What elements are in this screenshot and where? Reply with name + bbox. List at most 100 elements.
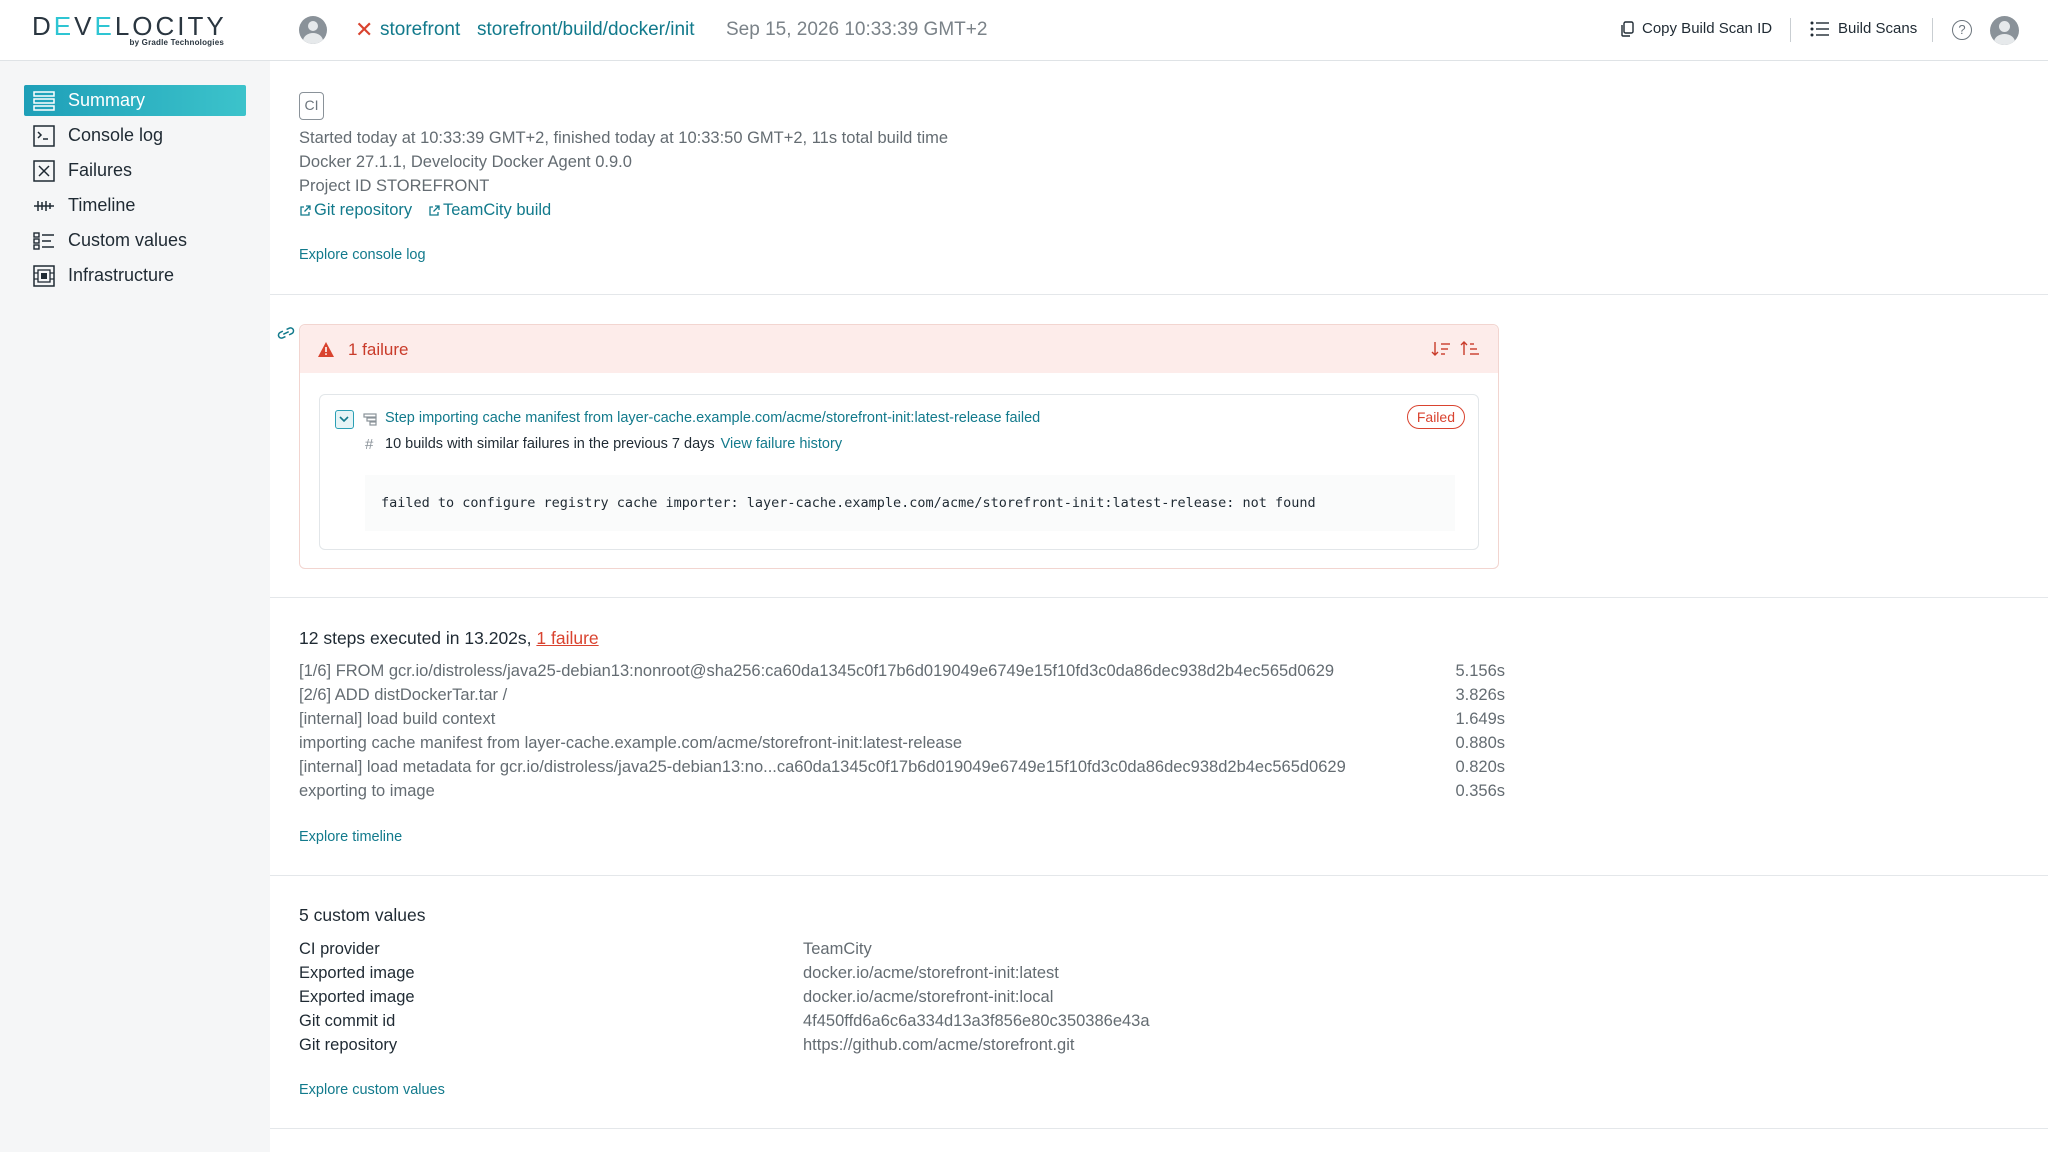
project-id: Project ID STOREFRONT	[299, 177, 490, 195]
step-duration: 0.820s	[1455, 758, 1505, 776]
step-name: [internal] load metadata for gcr.io/dist…	[299, 758, 1346, 776]
custom-value-value: TeamCity	[803, 940, 872, 958]
custom-values-title: 5 custom values	[299, 905, 426, 925]
sort-ascending-icon[interactable]	[1460, 340, 1480, 358]
sidebar-item-timeline[interactable]: Timeline	[24, 190, 246, 221]
step-duration: 3.826s	[1455, 686, 1505, 704]
build-time-info: Started today at 10:33:39 GMT+2, finishe…	[299, 129, 949, 147]
copy-build-scan-id-label: Copy Build Scan ID	[1642, 20, 1773, 37]
build-failed-icon: ✕	[355, 17, 374, 42]
custom-value-key: Exported image	[299, 988, 415, 1006]
steps-summary: 12 steps executed in 13.202s, 1 failure	[299, 628, 599, 649]
build-path-link[interactable]: storefront/build/docker/init	[477, 19, 695, 41]
hash-icon: #	[365, 436, 374, 453]
step-name: importing cache manifest from layer-cach…	[299, 734, 963, 752]
build-date: Sep 15, 2026 10:33:39 GMT+2	[726, 19, 988, 40]
account-avatar-icon[interactable]	[1990, 16, 2019, 45]
sidebar-item-console-log[interactable]: Console log	[24, 120, 246, 151]
copy-build-scan-id-button[interactable]: Copy Build Scan ID	[1620, 20, 1772, 37]
step-name: [internal] load build context	[299, 710, 496, 728]
explore-custom-values-link[interactable]: Explore custom values	[299, 1082, 445, 1098]
chevron-down-icon	[339, 416, 349, 423]
custom-value-value: docker.io/acme/storefront-init:latest	[803, 964, 1059, 982]
section-divider	[270, 1128, 2048, 1129]
view-failure-history-link[interactable]: View failure history	[721, 436, 842, 452]
git-repository-link[interactable]: Git repository	[299, 201, 412, 220]
teamcity-build-label: TeamCity build	[443, 201, 552, 219]
expand-toggle[interactable]	[335, 410, 354, 429]
infrastructure-icon	[32, 264, 56, 287]
sidebar-item-label: Infrastructure	[68, 265, 175, 285]
docker-info: Docker 27.1.1, Develocity Docker Agent 0…	[299, 153, 632, 171]
failures-icon	[32, 159, 56, 182]
ci-badge: CI	[299, 92, 324, 120]
help-icon[interactable]: ?	[1952, 20, 1972, 40]
explore-timeline-link[interactable]: Explore timeline	[299, 829, 402, 845]
link-anchor-icon[interactable]	[276, 326, 296, 340]
external-link-icon	[429, 204, 440, 216]
failure-link[interactable]: 1 failure	[536, 628, 598, 648]
failures-panel: 1 failure Step importing cache manifest …	[299, 324, 1499, 569]
sidebar-item-summary[interactable]: Summary	[24, 85, 246, 116]
steps-summary-text: 12 steps executed in 13.202s,	[299, 628, 537, 648]
custom-value-key: CI provider	[299, 940, 380, 958]
timeline-icon	[32, 195, 56, 217]
logo-subtitle: by Gradle Technologies	[129, 38, 224, 47]
logo-wordmark: DEVELOCITY	[32, 11, 227, 41]
step-name: [1/6] FROM gcr.io/distroless/java25-debi…	[299, 662, 1335, 680]
external-link-icon	[300, 204, 311, 216]
user-avatar-icon	[299, 16, 327, 44]
step-row: [internal] load build context 1.649s	[299, 710, 1505, 729]
git-repository-label: Git repository	[314, 201, 413, 219]
console-icon	[32, 124, 56, 147]
build-scans-button[interactable]: Build Scans	[1810, 20, 1917, 37]
warning-icon	[318, 342, 334, 357]
similar-failures: 10 builds with similar failures in the p…	[385, 436, 842, 452]
custom-value-key: Git repository	[299, 1036, 398, 1054]
header-divider	[1932, 18, 1933, 42]
custom-value-value: 4f450ffd6a6c6a334d13a3f856e80c350386e43a	[803, 1012, 1150, 1030]
failure-message: failed to configure registry cache impor…	[365, 475, 1455, 531]
summary-icon	[32, 90, 56, 112]
failed-status-badge: Failed	[1406, 405, 1465, 429]
sidebar: Summary Console log Failures Timeline Cu…	[0, 61, 270, 1152]
failure-card: Step importing cache manifest from layer…	[319, 394, 1479, 550]
sort-descending-icon[interactable]	[1431, 340, 1451, 358]
step-duration: 0.880s	[1455, 734, 1505, 752]
sidebar-item-infrastructure[interactable]: Infrastructure	[24, 260, 246, 291]
step-row: [1/6] FROM gcr.io/distroless/java25-debi…	[299, 662, 1505, 681]
project-link[interactable]: storefront	[380, 19, 460, 41]
list-icon	[1810, 21, 1829, 36]
custom-value-key: Git commit id	[299, 1012, 396, 1030]
custom-value-key: Exported image	[299, 964, 415, 982]
step-row: exporting to image 0.356s	[299, 782, 1505, 801]
explore-console-log-link[interactable]: Explore console log	[299, 247, 426, 263]
sidebar-item-custom-values[interactable]: Custom values	[24, 225, 246, 256]
custom-value-value: docker.io/acme/storefront-init:local	[803, 988, 1054, 1006]
custom-value-value: https://github.com/acme/storefront.git	[803, 1036, 1075, 1054]
sidebar-item-label: Console log	[68, 125, 164, 145]
section-divider	[270, 875, 2048, 876]
build-scans-label: Build Scans	[1838, 20, 1918, 37]
custom-values-icon	[32, 230, 56, 252]
top-header: DEVELOCITY by Gradle Technologies ✕ stor…	[0, 0, 2048, 61]
step-row: [internal] load metadata for gcr.io/dist…	[299, 758, 1505, 777]
step-name: [2/6] ADD distDockerTar.tar /	[299, 686, 508, 704]
step-duration: 0.356s	[1455, 782, 1505, 800]
failure-count: 1 failure	[348, 340, 409, 359]
failures-header: 1 failure	[300, 325, 1498, 373]
sidebar-item-failures[interactable]: Failures	[24, 155, 246, 186]
section-divider	[270, 294, 2048, 295]
copy-icon	[1621, 20, 1634, 37]
step-row: [2/6] ADD distDockerTar.tar / 3.826s	[299, 686, 1505, 705]
develocity-logo[interactable]: DEVELOCITY by Gradle Technologies	[32, 13, 232, 49]
failure-title-link[interactable]: Step importing cache manifest from layer…	[385, 410, 1040, 426]
similar-failures-text: 10 builds with similar failures in the p…	[385, 436, 715, 452]
teamcity-build-link[interactable]: TeamCity build	[428, 201, 551, 220]
step-duration: 1.649s	[1455, 710, 1505, 728]
step-icon	[363, 413, 377, 426]
step-duration: 5.156s	[1455, 662, 1505, 680]
sidebar-item-label: Failures	[68, 160, 133, 180]
step-name: exporting to image	[299, 782, 435, 800]
sidebar-item-label: Timeline	[68, 195, 136, 215]
